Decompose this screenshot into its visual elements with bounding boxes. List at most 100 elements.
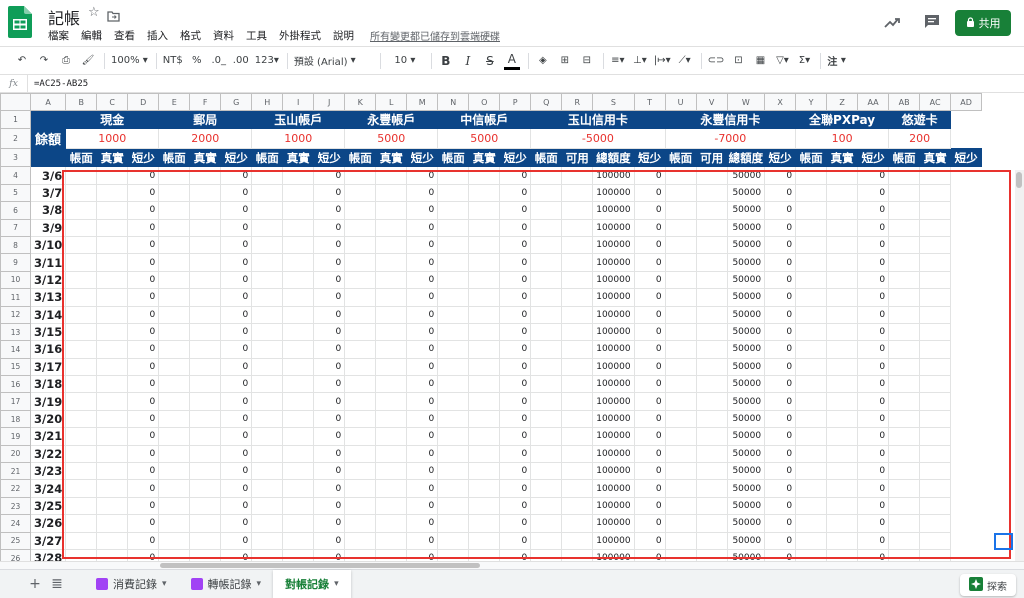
shortage-cell[interactable]: 0 <box>406 270 439 290</box>
functions-button[interactable]: Σ ▾ <box>796 51 812 71</box>
shortage-cell[interactable]: 0 <box>127 548 160 561</box>
data-cell[interactable] <box>468 462 501 481</box>
row-header[interactable]: 20 <box>0 444 31 464</box>
column-header[interactable]: L <box>375 93 408 112</box>
subheader-blank-cell[interactable] <box>29 148 67 168</box>
data-cell[interactable] <box>437 201 470 220</box>
comment-icon[interactable] <box>924 14 940 33</box>
shortage-cell[interactable]: 0 <box>313 322 346 342</box>
select-all-corner[interactable] <box>0 93 31 112</box>
share-button[interactable]: 共用 <box>955 10 1011 36</box>
date-cell[interactable]: 3/12 <box>29 270 67 290</box>
row-header[interactable]: 6 <box>0 201 31 220</box>
data-cell[interactable] <box>158 270 191 290</box>
input-tools-button[interactable]: 注 ▾ <box>827 51 846 71</box>
shortage-cell[interactable]: 0 <box>633 340 666 359</box>
data-cell[interactable] <box>468 531 501 550</box>
data-cell[interactable] <box>919 183 952 203</box>
row-header[interactable]: 17 <box>0 392 31 411</box>
column-subheader[interactable]: 真實 <box>189 148 222 168</box>
data-cell[interactable] <box>158 462 191 481</box>
row-header[interactable]: 22 <box>0 479 31 498</box>
data-cell[interactable] <box>826 548 859 561</box>
data-cell[interactable] <box>468 444 501 464</box>
data-cell[interactable] <box>189 409 222 429</box>
date-cell[interactable]: 3/17 <box>29 357 67 377</box>
shortage-cell[interactable]: 0 <box>220 288 253 307</box>
data-cell[interactable] <box>695 375 728 394</box>
date-cell[interactable]: 3/16 <box>29 340 67 359</box>
data-cell[interactable] <box>919 357 952 377</box>
shortage-cell[interactable]: 0 <box>220 462 253 481</box>
shortage-cell[interactable]: 0 <box>633 270 666 290</box>
data-cell[interactable] <box>561 479 594 498</box>
data-cell[interactable] <box>468 235 501 255</box>
data-cell[interactable] <box>158 218 191 237</box>
shortage-cell[interactable]: 0 <box>220 340 253 359</box>
data-cell[interactable] <box>664 322 697 342</box>
credit-limit-cell[interactable]: 50000 <box>726 409 766 429</box>
data-cell[interactable] <box>282 409 315 429</box>
data-cell[interactable] <box>919 340 952 359</box>
shortage-cell[interactable]: 0 <box>127 166 160 185</box>
data-cell[interactable] <box>561 375 594 394</box>
data-cell[interactable] <box>468 479 501 498</box>
shortage-cell[interactable]: 0 <box>857 462 890 481</box>
shortage-cell[interactable]: 0 <box>499 270 532 290</box>
column-header[interactable]: H <box>251 93 284 112</box>
data-cell[interactable] <box>561 392 594 411</box>
data-cell[interactable] <box>468 270 501 290</box>
data-cell[interactable] <box>561 496 594 516</box>
shortage-cell[interactable]: 0 <box>633 548 666 561</box>
data-cell[interactable] <box>189 288 222 307</box>
row-header[interactable]: 1 <box>0 110 31 130</box>
data-cell[interactable] <box>561 305 594 324</box>
data-cell[interactable] <box>344 270 377 290</box>
data-cell[interactable] <box>437 253 470 272</box>
credit-limit-cell[interactable]: 50000 <box>726 288 766 307</box>
data-cell[interactable] <box>65 444 98 464</box>
data-cell[interactable] <box>344 218 377 237</box>
redo-icon[interactable]: ↷ <box>36 51 52 71</box>
data-cell[interactable] <box>158 305 191 324</box>
data-cell[interactable] <box>919 496 952 516</box>
column-header[interactable]: K <box>344 93 377 112</box>
data-cell[interactable] <box>251 548 284 561</box>
data-cell[interactable] <box>189 183 222 203</box>
date-cell[interactable]: 3/6 <box>29 166 67 185</box>
data-cell[interactable] <box>795 288 828 307</box>
data-cell[interactable] <box>96 444 129 464</box>
data-cell[interactable] <box>65 409 98 429</box>
data-cell[interactable] <box>530 375 563 394</box>
date-cell[interactable]: 3/11 <box>29 253 67 272</box>
shortage-cell[interactable]: 0 <box>313 235 346 255</box>
data-cell[interactable] <box>344 392 377 411</box>
data-cell[interactable] <box>65 548 98 561</box>
shortage-cell[interactable]: 0 <box>857 166 890 185</box>
data-cell[interactable] <box>888 270 921 290</box>
shortage-cell[interactable]: 0 <box>313 514 346 533</box>
data-cell[interactable] <box>282 288 315 307</box>
data-cell[interactable] <box>282 427 315 446</box>
insert-link-icon[interactable]: ⊂⊃ <box>708 51 725 71</box>
data-cell[interactable] <box>189 462 222 481</box>
column-header[interactable]: F <box>189 93 222 112</box>
data-cell[interactable] <box>158 375 191 394</box>
shortage-cell[interactable]: 0 <box>633 479 666 498</box>
add-sheet-icon[interactable]: + <box>24 576 46 592</box>
column-subheader[interactable]: 帳面 <box>65 148 98 168</box>
date-cell[interactable]: 3/14 <box>29 305 67 324</box>
credit-limit-cell[interactable]: 50000 <box>726 462 766 481</box>
shortage-cell[interactable]: 0 <box>633 183 666 203</box>
shortage-cell[interactable]: 0 <box>406 409 439 429</box>
data-cell[interactable] <box>695 166 728 185</box>
account-group-header[interactable]: 現金 <box>65 110 160 130</box>
data-cell[interactable] <box>251 444 284 464</box>
shortage-cell[interactable]: 0 <box>499 444 532 464</box>
data-cell[interactable] <box>375 462 408 481</box>
data-cell[interactable] <box>530 340 563 359</box>
data-cell[interactable] <box>158 183 191 203</box>
data-cell[interactable] <box>375 514 408 533</box>
data-cell[interactable] <box>65 427 98 446</box>
column-header[interactable]: B <box>65 93 98 112</box>
